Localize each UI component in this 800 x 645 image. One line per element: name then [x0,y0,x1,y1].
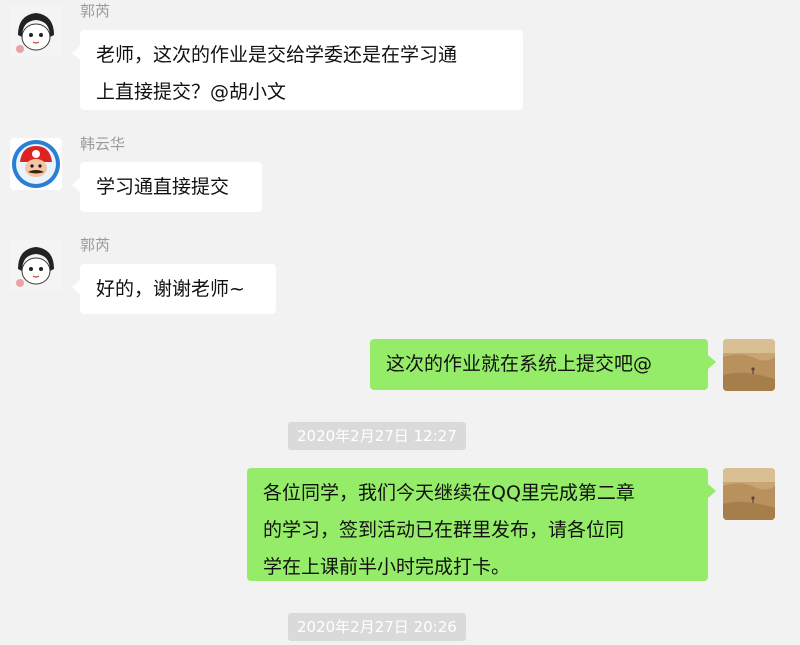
message-bubble[interactable]: 好的，谢谢老师~ [72,264,276,314]
message-bubble[interactable]: 这次的作业就在系统上提交吧@ [370,339,716,390]
cartoon-girl-avatar-icon [10,239,62,291]
sender-name: 韩云华 [80,135,126,153]
message-bubble[interactable]: 各位同学，我们今天继续在QQ里完成第二章 的学习，签到活动已在群里发布，请各位同… [247,468,716,581]
desert-landscape-avatar-icon [723,339,775,391]
message-text: 上直接提交？@胡小文 [96,81,287,103]
timestamp: 2020年2月27日 20:26 [288,613,466,641]
timestamp: 2020年2月27日 12:27 [288,422,466,450]
message-text: 的学习，签到活动已在群里发布，请各位同 [263,519,625,541]
message-text: 学习通直接提交 [96,176,230,198]
sender-avatar[interactable] [10,5,62,57]
message-text: 好的，谢谢老师~ [96,278,245,300]
sender-name: 郭芮 [80,236,111,254]
message-text: 这次的作业就在系统上提交吧@ [386,353,653,375]
message-text: 各位同学，我们今天继续在QQ里完成第二章 [263,482,635,504]
self-avatar[interactable] [723,339,775,391]
sender-name: 郭芮 [80,2,111,20]
message-text: 学在上课前半小时完成打卡。 [263,556,511,578]
message-bubble[interactable]: 学习通直接提交 [72,162,262,212]
message-text: 老师，这次的作业是交给学委还是在学习通 [96,44,458,66]
desert-landscape-avatar-icon [723,468,775,520]
cartoon-girl-avatar-icon [10,5,62,57]
sender-avatar[interactable] [10,239,62,291]
sender-avatar[interactable] [10,138,62,190]
mario-avatar-icon [10,138,62,190]
self-avatar[interactable] [723,468,775,520]
message-bubble[interactable]: 老师，这次的作业是交给学委还是在学习通 上直接提交？@胡小文 [72,30,523,110]
